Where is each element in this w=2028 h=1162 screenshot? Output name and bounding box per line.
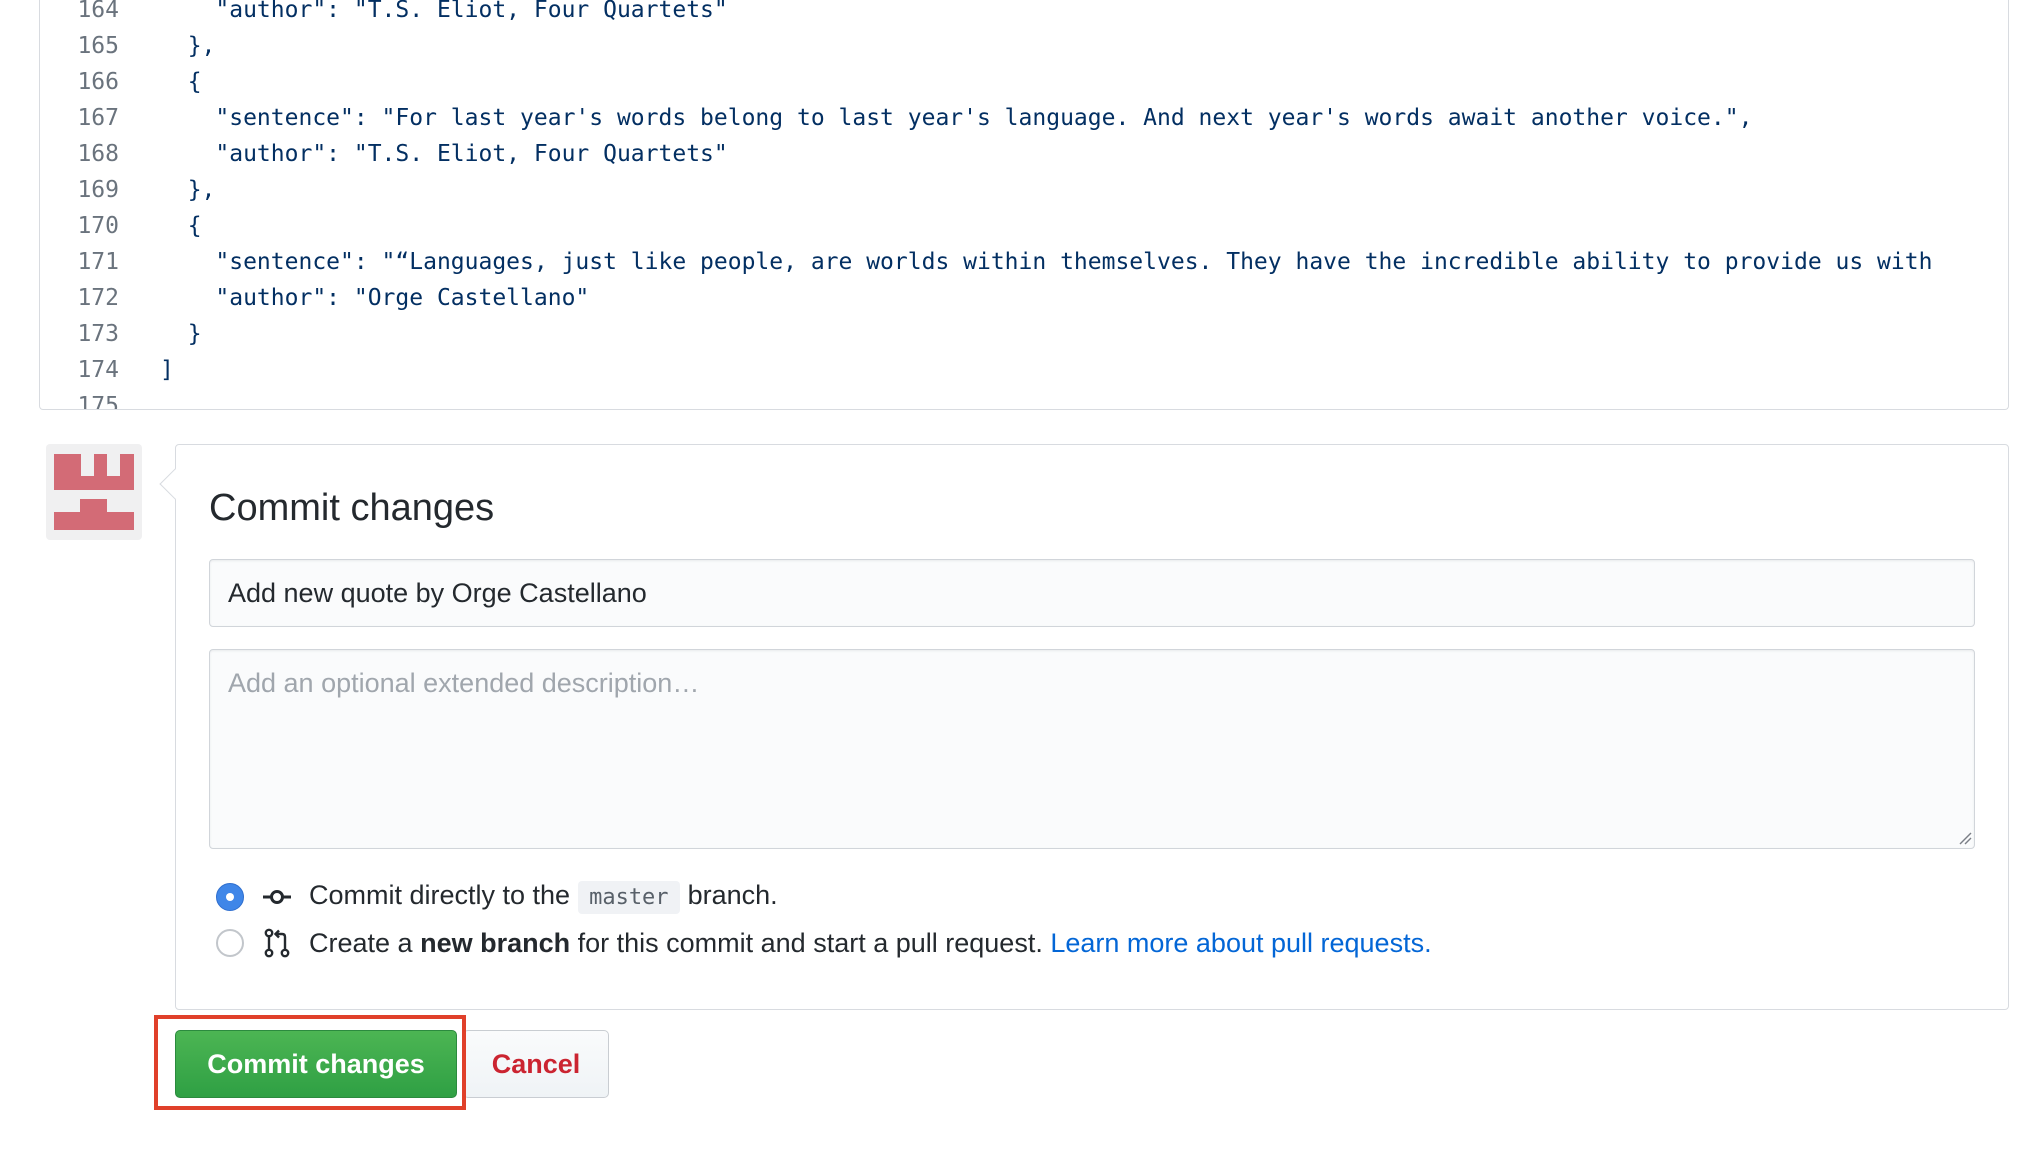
avatar-block: [54, 454, 81, 476]
line-number: 173: [77, 321, 119, 347]
branch-name: master: [578, 881, 680, 914]
line-content[interactable]: }: [160, 321, 202, 347]
avatar-block: [54, 476, 134, 490]
code-line: 175: [40, 388, 2008, 410]
line-content[interactable]: "sentence": "For last year's words belon…: [160, 105, 1752, 131]
avatar-block: [94, 454, 107, 476]
comment-arrow: [159, 468, 191, 500]
git-commit-icon: [263, 890, 291, 904]
code-line: 170 {: [40, 208, 2008, 244]
line-content[interactable]: "author": "T.S. Eliot, Four Quartets": [160, 0, 727, 23]
code-line: 168 "author": "T.S. Eliot, Four Quartets…: [40, 136, 2008, 172]
avatar: [46, 444, 142, 540]
code-line: 165 },: [40, 28, 2008, 64]
line-number: 172: [77, 285, 119, 311]
line-number: 166: [77, 69, 119, 95]
code-editor[interactable]: 164 "author": "T.S. Eliot, Four Quartets…: [39, 0, 2009, 410]
line-content[interactable]: "author": "T.S. Eliot, Four Quartets": [160, 141, 727, 167]
code-line: 167 "sentence": "For last year's words b…: [40, 100, 2008, 136]
avatar-block: [120, 454, 134, 476]
resize-handle-icon[interactable]: [1958, 831, 1972, 845]
line-number: 171: [77, 249, 119, 275]
new-branch-label: Create a: [309, 927, 413, 958]
commit-form: Commit changes Commit directly to themas…: [159, 444, 2009, 1010]
avatar-block: [54, 512, 134, 530]
new-branch-radio[interactable]: [216, 929, 244, 957]
line-content[interactable]: {: [160, 213, 202, 239]
line-content[interactable]: {: [160, 69, 202, 95]
line-number: 165: [77, 33, 119, 59]
line-content[interactable]: ]: [160, 357, 174, 383]
line-content[interactable]: },: [160, 33, 216, 59]
line-number: 167: [77, 105, 119, 131]
line-content[interactable]: "sentence": "“Languages, just like peopl…: [160, 249, 1932, 275]
commit-changes-button[interactable]: Commit changes: [175, 1030, 457, 1098]
line-number: 168: [77, 141, 119, 167]
code-line: 166 {: [40, 64, 2008, 100]
line-number: 175: [77, 393, 119, 410]
commit-direct-radio[interactable]: [216, 883, 244, 911]
code-line: 172 "author": "Orge Castellano": [40, 280, 2008, 316]
avatar-block: [80, 499, 107, 512]
code-line: 173 }: [40, 316, 2008, 352]
line-number: 170: [77, 213, 119, 239]
cancel-button[interactable]: Cancel: [463, 1030, 609, 1098]
learn-more-pull-requests-link[interactable]: Learn more about pull requests.: [1050, 928, 1431, 958]
code-line: 169 },: [40, 172, 2008, 208]
line-number: 174: [77, 357, 119, 383]
commit-description-textarea[interactable]: [209, 649, 1975, 849]
commit-direct-option[interactable]: Commit directly to the master branch.: [216, 877, 778, 917]
line-number: 169: [77, 177, 119, 203]
new-branch-suffix: for this commit and start a pull request…: [577, 927, 1043, 958]
line-content[interactable]: },: [160, 177, 216, 203]
new-branch-strong: new branch: [420, 927, 571, 958]
code-line: 174 ]: [40, 352, 2008, 388]
git-pull-request-icon: [264, 928, 290, 958]
new-branch-option[interactable]: Create a new branch for this commit and …: [216, 923, 1432, 963]
code-line: 164 "author": "T.S. Eliot, Four Quartets…: [40, 0, 2008, 28]
line-number: 164: [77, 0, 119, 23]
line-content[interactable]: "author": "Orge Castellano": [160, 285, 589, 311]
commit-form-title: Commit changes: [209, 487, 495, 529]
commit-direct-label: Commit directly to the: [309, 880, 571, 910]
commit-direct-suffix: branch.: [687, 880, 778, 910]
code-line: 171 "sentence": "“Languages, just like p…: [40, 244, 2008, 280]
commit-summary-input[interactable]: [209, 559, 1975, 627]
